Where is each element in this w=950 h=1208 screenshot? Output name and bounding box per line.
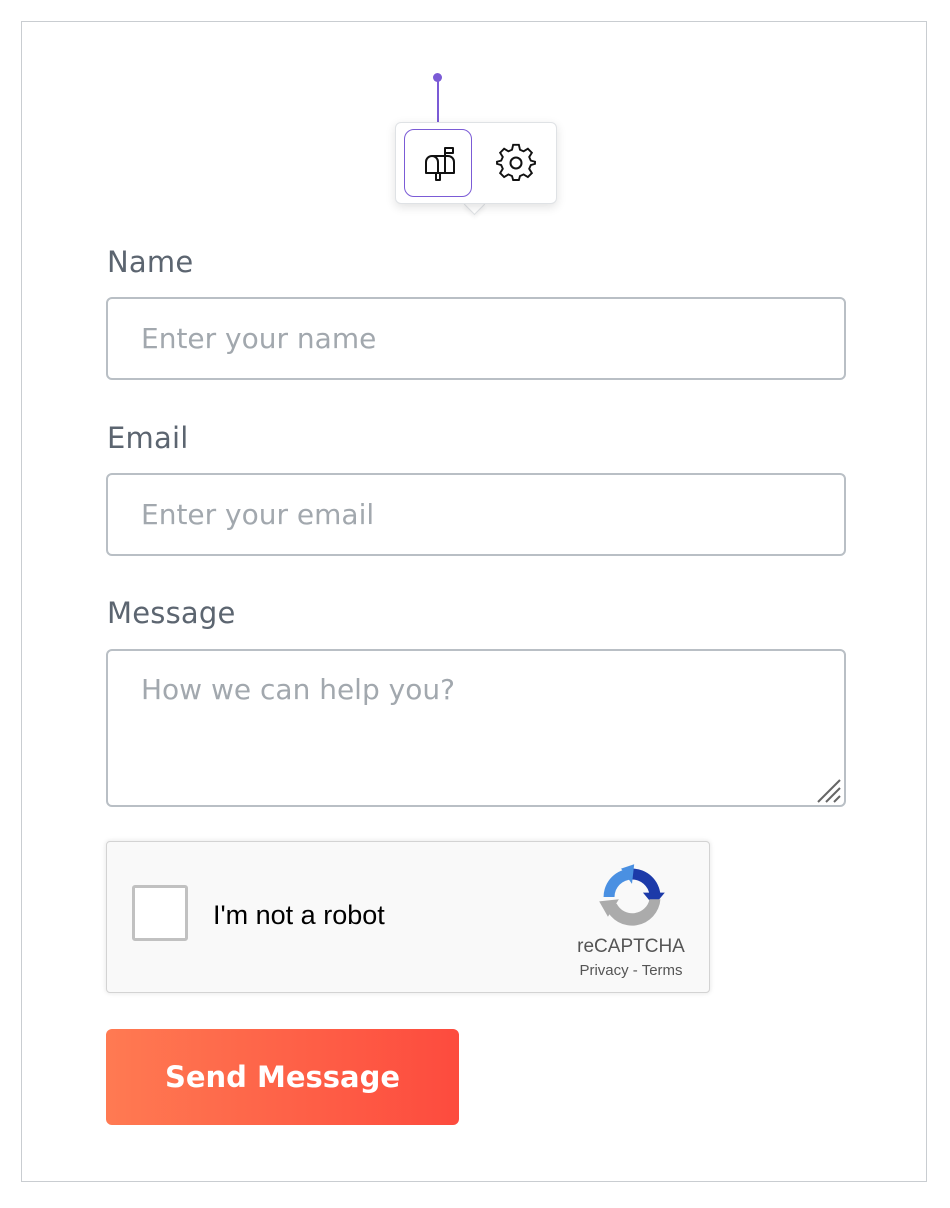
recaptcha-brand: reCAPTCHA — [577, 936, 685, 957]
name-label: Name — [107, 245, 194, 279]
recaptcha-label: I'm not a robot — [213, 900, 385, 930]
toolbar-anchor-dot — [433, 73, 442, 82]
mailbox-button[interactable] — [404, 129, 472, 197]
mailbox-icon — [425, 147, 455, 181]
recaptcha-widget: I'm not a robot reCAPTCHA Privacy - Term… — [106, 841, 710, 993]
message-label: Message — [107, 596, 236, 630]
name-input[interactable] — [106, 297, 846, 380]
message-textarea[interactable] — [106, 649, 846, 807]
privacy-link[interactable]: Privacy — [579, 962, 628, 979]
send-message-button[interactable]: Send Message — [106, 1029, 459, 1125]
gear-icon — [496, 143, 536, 181]
recaptcha-checkbox[interactable] — [132, 885, 188, 941]
settings-button[interactable] — [482, 129, 550, 197]
recaptcha-logo-icon — [599, 864, 665, 926]
email-label: Email — [107, 421, 189, 455]
recaptcha-links: Privacy - Terms — [557, 962, 705, 979]
widget-toolbar — [395, 122, 557, 204]
link-separator: - — [628, 962, 642, 979]
email-input[interactable] — [106, 473, 846, 556]
resize-handle-icon[interactable] — [814, 776, 842, 804]
terms-link[interactable]: Terms — [642, 962, 683, 979]
